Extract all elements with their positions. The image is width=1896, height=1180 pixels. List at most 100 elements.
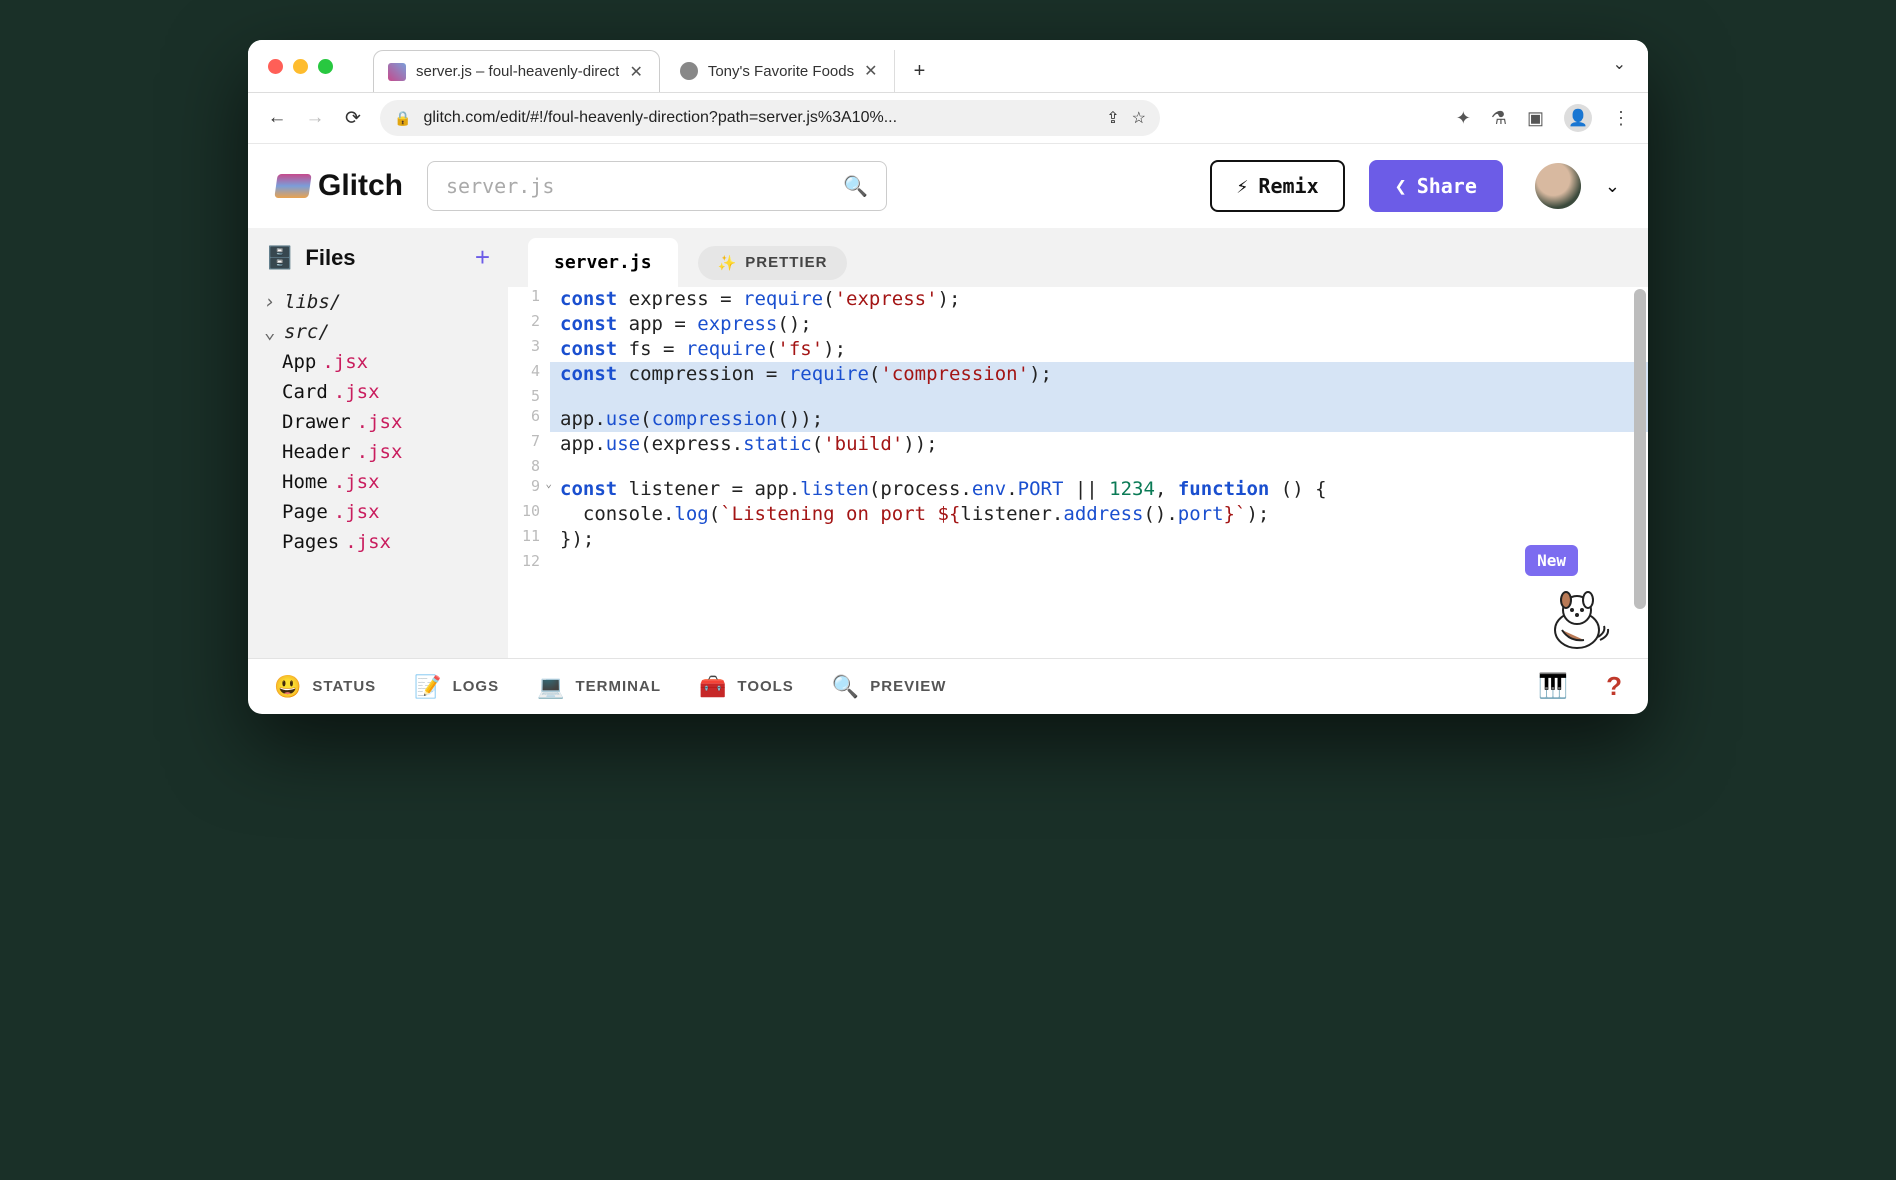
file-item[interactable]: Home.jsx xyxy=(248,467,508,497)
code-line: 2const app = express(); xyxy=(508,312,1648,337)
back-button[interactable]: ← xyxy=(266,107,288,129)
fold-icon[interactable]: ⌄ xyxy=(545,477,552,492)
minimize-window-icon[interactable] xyxy=(293,59,308,74)
code-line: 9⌄const listener = app.listen(process.en… xyxy=(508,477,1648,502)
folder-item[interactable]: › libs/ xyxy=(248,287,508,317)
remix-button[interactable]: ⚡ Remix xyxy=(1210,160,1344,212)
glitch-logo-text: Glitch xyxy=(318,169,403,203)
tabs-dropdown-icon[interactable]: ⌄ xyxy=(1613,54,1626,74)
reload-button[interactable]: ⟳ xyxy=(342,107,364,130)
editor-tab-active[interactable]: server.js xyxy=(528,238,678,287)
code-text[interactable]: const express = require('express'); xyxy=(550,287,1648,312)
close-tab-icon[interactable]: ✕ xyxy=(629,62,642,82)
tab-title: server.js – foul-heavenly-direct xyxy=(416,63,619,80)
toolbar-icon: 📝 xyxy=(414,674,442,700)
browser-tab[interactable]: Tony's Favorite Foods ✕ xyxy=(666,50,895,92)
files-cabinet-icon: 🗄️ xyxy=(266,245,293,271)
code-text[interactable]: console.log(`Listening on port ${listene… xyxy=(550,502,1648,527)
folder-item[interactable]: ⌄ src/ xyxy=(248,317,508,347)
line-number: 12 xyxy=(508,552,550,572)
code-text[interactable]: const fs = require('fs'); xyxy=(550,337,1648,362)
profile-avatar-icon[interactable]: 👤 xyxy=(1564,104,1592,132)
main-content: 🗄️ Files + › libs/ ⌄ src/ App.jsxCard.js… xyxy=(248,228,1648,658)
code-text[interactable]: const listener = app.listen(process.env.… xyxy=(550,477,1648,502)
code-line: 11}); xyxy=(508,527,1648,552)
browser-tabbar: server.js – foul-heavenly-direct ✕ Tony'… xyxy=(248,40,1648,92)
close-window-icon[interactable] xyxy=(268,59,283,74)
code-text[interactable]: const compression = require('compression… xyxy=(550,362,1648,387)
search-input[interactable]: server.js 🔍 xyxy=(427,161,887,211)
piano-icon[interactable]: 🎹 xyxy=(1538,672,1568,701)
editor-tabstrip: server.js ✨ PRETTIER xyxy=(508,228,1648,287)
file-item[interactable]: Page.jsx xyxy=(248,497,508,527)
glitch-logo[interactable]: Glitch xyxy=(276,169,403,203)
tab-title: Tony's Favorite Foods xyxy=(708,63,854,80)
code-text[interactable]: const app = express(); xyxy=(550,312,1648,337)
file-item[interactable]: Card.jsx xyxy=(248,377,508,407)
toolbar-item-logs[interactable]: 📝LOGS xyxy=(414,674,499,700)
bottom-toolbar: 😃STATUS 📝LOGS 💻TERMINAL 🧰TOOLS 🔍PREVIEW 🎹 ? xyxy=(248,658,1648,714)
forward-button[interactable]: → xyxy=(304,107,326,129)
line-number: 10 xyxy=(508,502,550,527)
file-item[interactable]: Pages.jsx xyxy=(248,527,508,557)
new-tab-button[interactable]: + xyxy=(903,50,937,92)
toolbar-icon: 🧰 xyxy=(699,674,727,700)
toolbar-icon: 🔍 xyxy=(832,674,860,700)
new-badge[interactable]: New xyxy=(1525,545,1578,576)
line-number: 4 xyxy=(508,362,550,387)
file-item[interactable]: App.jsx xyxy=(248,347,508,377)
toolbar-icon: 💻 xyxy=(537,674,565,700)
browser-tab-active[interactable]: server.js – foul-heavenly-direct ✕ xyxy=(373,50,660,92)
bolt-icon: ⚡ xyxy=(1236,174,1248,198)
bookmark-icon[interactable]: ☆ xyxy=(1132,108,1146,128)
search-placeholder: server.js xyxy=(446,174,554,198)
url-text: glitch.com/edit/#!/foul-heavenly-directi… xyxy=(423,109,1094,127)
share-button[interactable]: ❮ Share xyxy=(1369,160,1503,212)
maximize-window-icon[interactable] xyxy=(318,59,333,74)
glitch-mascot-icon[interactable] xyxy=(1542,582,1612,652)
toolbar-item-preview[interactable]: 🔍PREVIEW xyxy=(832,674,947,700)
code-line: 7app.use(express.static('build')); xyxy=(508,432,1648,457)
code-text[interactable] xyxy=(550,552,1648,572)
sidepanel-icon[interactable]: ▣ xyxy=(1527,108,1544,129)
line-number: 2 xyxy=(508,312,550,337)
labs-icon[interactable]: ⚗ xyxy=(1491,108,1507,129)
browser-action-icons: ✦ ⚗ ▣ 👤 ⋮ xyxy=(1456,104,1630,132)
help-button[interactable]: ? xyxy=(1606,671,1622,702)
code-line: 3const fs = require('fs'); xyxy=(508,337,1648,362)
app-header: Glitch server.js 🔍 ⚡ Remix ❮ Share ⌄ xyxy=(248,144,1648,228)
user-avatar[interactable] xyxy=(1535,163,1581,209)
code-line: 10 console.log(`Listening on port ${list… xyxy=(508,502,1648,527)
toolbar-item-status[interactable]: 😃STATUS xyxy=(274,674,376,700)
code-line: 1const express = require('express'); xyxy=(508,287,1648,312)
url-input[interactable]: 🔒 glitch.com/edit/#!/foul-heavenly-direc… xyxy=(380,100,1160,136)
toolbar-icon: 😃 xyxy=(274,674,302,700)
line-number: 11 xyxy=(508,527,550,552)
browser-menu-icon[interactable]: ⋮ xyxy=(1612,108,1630,129)
line-number: 6 xyxy=(508,407,550,432)
toolbar-item-terminal[interactable]: 💻TERMINAL xyxy=(537,674,661,700)
file-item[interactable]: Drawer.jsx xyxy=(248,407,508,437)
add-file-button[interactable]: + xyxy=(475,242,490,273)
code-text[interactable] xyxy=(550,387,1648,407)
toolbar-item-tools[interactable]: 🧰TOOLS xyxy=(699,674,794,700)
prettier-button[interactable]: ✨ PRETTIER xyxy=(698,246,848,280)
close-tab-icon[interactable]: ✕ xyxy=(864,61,877,81)
share-url-icon[interactable]: ⇪ xyxy=(1106,108,1119,128)
user-menu-chevron-icon[interactable]: ⌄ xyxy=(1605,176,1620,197)
code-text[interactable]: app.use(compression()); xyxy=(550,407,1648,432)
code-area[interactable]: 1const express = require('express');2con… xyxy=(508,287,1648,658)
code-text[interactable] xyxy=(550,457,1648,477)
line-number: 5 xyxy=(508,387,550,407)
tab-favicon xyxy=(680,62,698,80)
chevron-right-icon: › xyxy=(264,291,278,313)
code-editor: server.js ✨ PRETTIER 1const express = re… xyxy=(508,228,1648,658)
browser-window: server.js – foul-heavenly-direct ✕ Tony'… xyxy=(248,40,1648,714)
code-text[interactable]: app.use(express.static('build')); xyxy=(550,432,1648,457)
line-number: 1 xyxy=(508,287,550,312)
file-sidebar: 🗄️ Files + › libs/ ⌄ src/ App.jsxCard.js… xyxy=(248,228,508,658)
code-text[interactable]: }); xyxy=(550,527,1648,552)
vertical-scrollbar[interactable] xyxy=(1634,289,1646,609)
file-item[interactable]: Header.jsx xyxy=(248,437,508,467)
extension-icon[interactable]: ✦ xyxy=(1456,108,1471,129)
